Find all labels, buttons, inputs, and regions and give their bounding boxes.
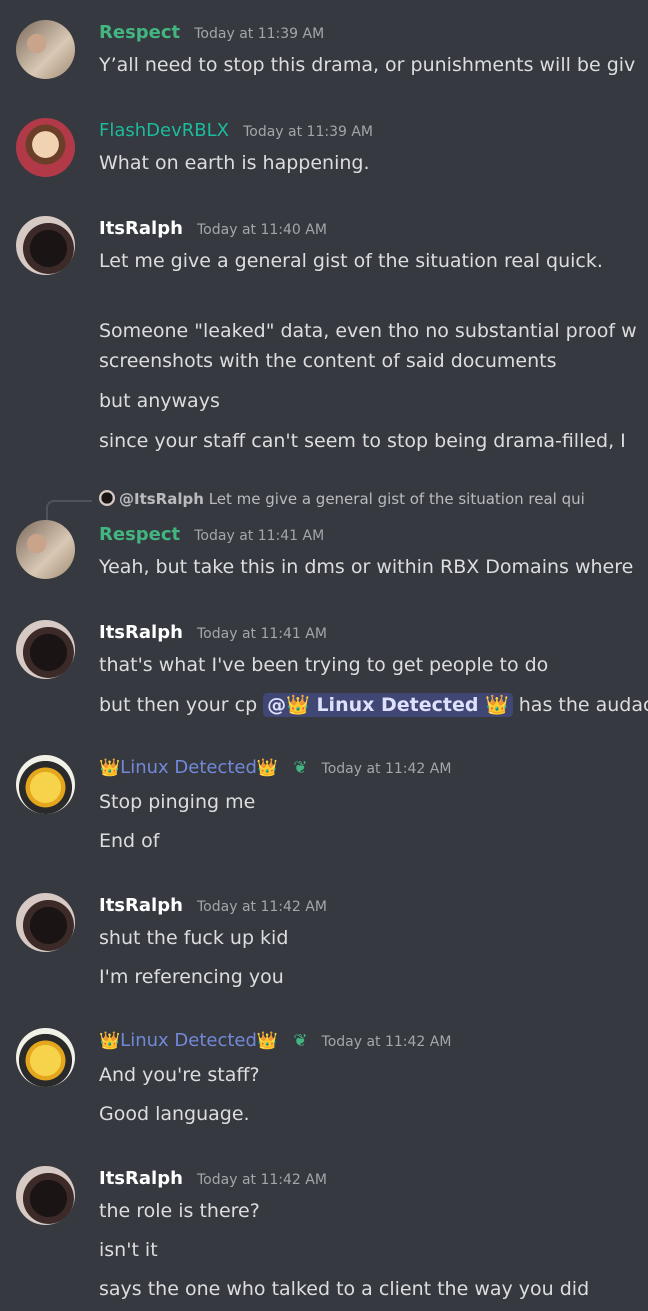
username[interactable]: FlashDevRBLX: [99, 120, 229, 141]
reply-text: Let me give a general gist of the situat…: [208, 490, 585, 508]
crown-icon: 👑: [256, 758, 279, 778]
message-text: Someone "leaked" data, even tho no subst…: [99, 320, 637, 342]
avatar[interactable]: [16, 620, 75, 679]
timestamp: Today at 11:40 AM: [197, 222, 327, 238]
username[interactable]: ItsRalph: [99, 895, 183, 916]
message-text: I'm referencing you: [99, 966, 284, 988]
avatar[interactable]: [16, 755, 75, 814]
user-mention[interactable]: @👑 Linux Detected 👑: [263, 693, 513, 717]
message-text: Let me give a general gist of the situat…: [99, 250, 603, 272]
sprout-badge-icon[interactable]: ❦: [293, 758, 307, 778]
crown-icon: 👑: [99, 1031, 121, 1051]
message-text: Y’all need to stop this drama, or punish…: [99, 54, 636, 76]
message-text-with-mention: but then your cp @👑 Linux Detected 👑 has…: [99, 693, 648, 717]
message-text: Good language.: [99, 1103, 250, 1125]
reply-spine: [46, 500, 92, 522]
text-segment: but then your cp: [99, 694, 258, 716]
username[interactable]: ItsRalph: [99, 218, 183, 239]
username[interactable]: Respect: [99, 22, 180, 43]
timestamp: Today at 11:41 AM: [194, 528, 325, 544]
timestamp: Today at 11:42 AM: [321, 1034, 452, 1050]
message-text: Yeah, but take this in dms or within RBX…: [99, 556, 634, 578]
reply-username: @ItsRalph: [119, 490, 204, 508]
crown-icon: 👑: [99, 758, 121, 778]
timestamp: Today at 11:39 AM: [243, 124, 373, 140]
message-text: End of: [99, 830, 160, 852]
username[interactable]: Linux Detected: [120, 1030, 257, 1051]
timestamp: Today at 11:42 AM: [321, 761, 452, 777]
avatar[interactable]: [16, 893, 75, 952]
message-text: What on earth is happening.: [99, 152, 370, 174]
username[interactable]: ItsRalph: [99, 622, 183, 643]
message-text: isn't it: [99, 1239, 158, 1261]
username[interactable]: Respect: [99, 524, 180, 545]
text-segment: has the audac: [518, 694, 648, 716]
crown-icon: 👑: [256, 1031, 279, 1051]
avatar[interactable]: [16, 1028, 75, 1087]
timestamp: Today at 11:41 AM: [197, 626, 327, 642]
message-text: that's what I've been trying to get peop…: [99, 654, 549, 676]
reply-preview[interactable]: @ItsRalph Let me give a general gist of …: [99, 490, 585, 508]
sprout-badge-icon[interactable]: ❦: [293, 1031, 307, 1051]
message-text: shut the fuck up kid: [99, 927, 289, 949]
message-text: since your staff can't seem to stop bein…: [99, 430, 626, 452]
message-text: And you're staff?: [99, 1064, 260, 1086]
avatar[interactable]: [16, 1166, 75, 1225]
avatar[interactable]: [16, 216, 75, 275]
avatar[interactable]: [16, 20, 75, 79]
avatar[interactable]: [16, 118, 75, 177]
username[interactable]: Linux Detected: [120, 757, 257, 778]
timestamp: Today at 11:42 AM: [197, 899, 327, 915]
timestamp: Today at 11:39 AM: [194, 26, 325, 42]
reply-avatar: [99, 490, 115, 506]
message-text: says the one who talked to a client the …: [99, 1278, 590, 1300]
timestamp: Today at 11:42 AM: [197, 1172, 327, 1188]
message-text: but anyways: [99, 390, 220, 412]
avatar[interactable]: [16, 520, 75, 579]
message-text: Stop pinging me: [99, 791, 256, 813]
message-text: the role is there?: [99, 1200, 260, 1222]
message-text: screenshots with the content of said doc…: [99, 350, 557, 372]
username[interactable]: ItsRalph: [99, 1168, 183, 1189]
